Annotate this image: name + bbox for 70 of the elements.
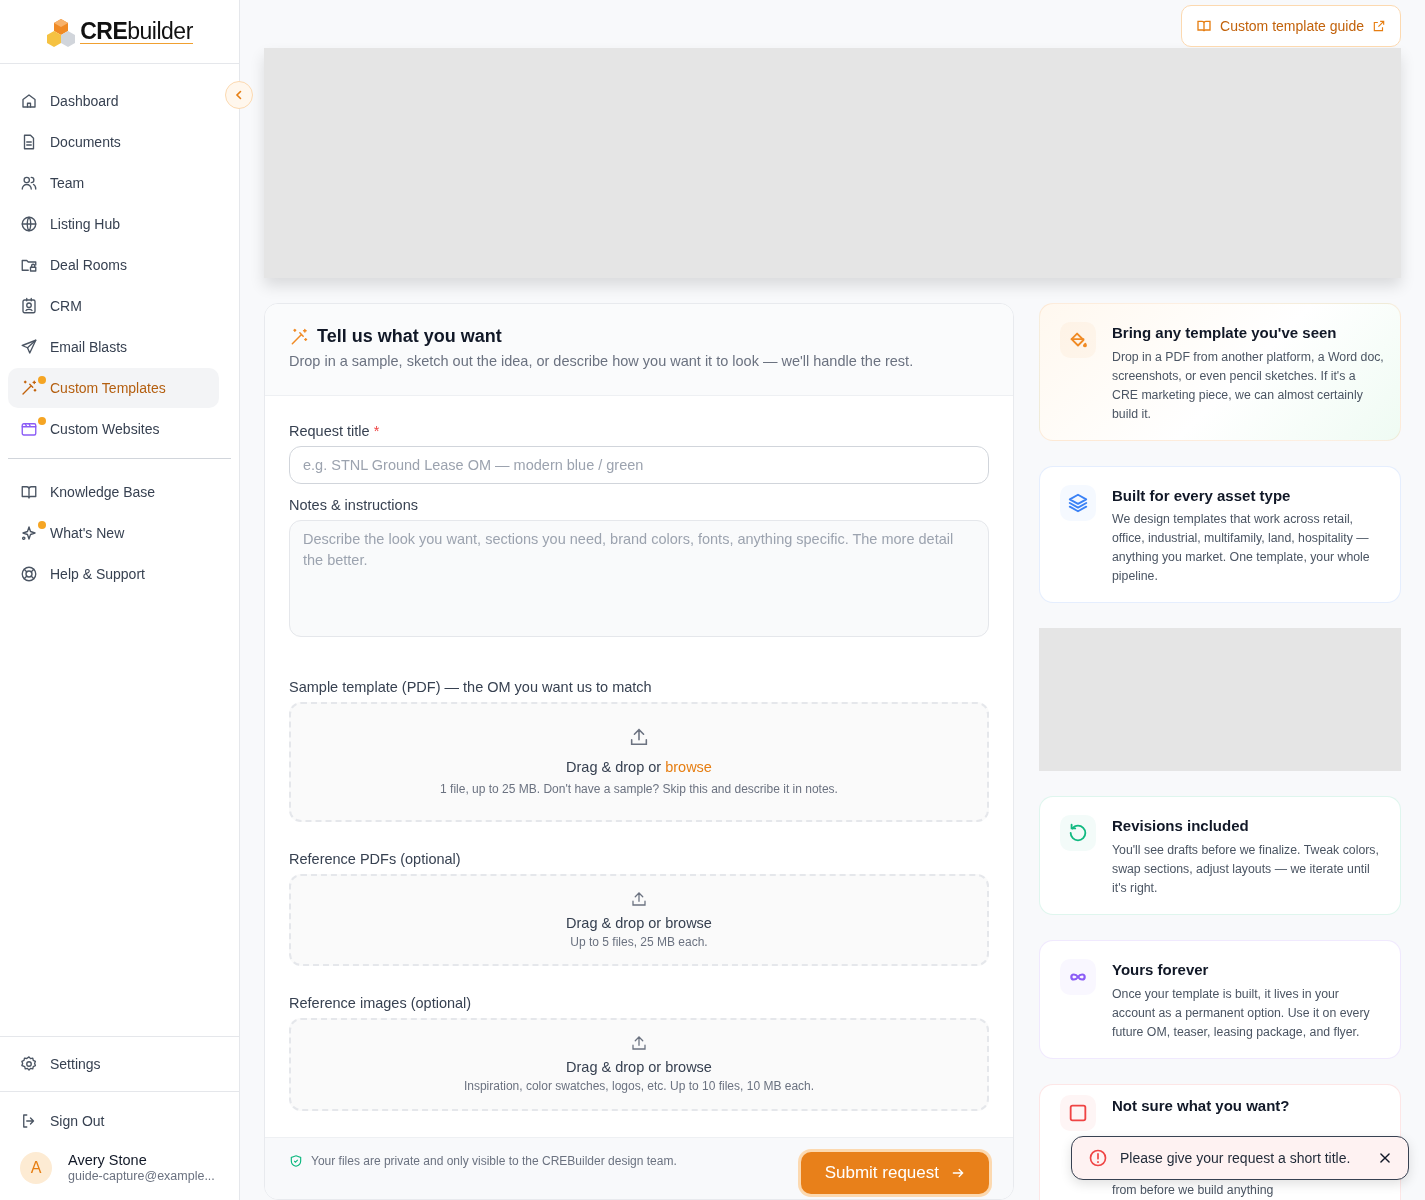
- user-name: Avery Stone: [68, 1152, 148, 1170]
- sign-out-link[interactable]: Sign Out: [8, 1101, 219, 1141]
- nav-item[interactable]: Dashboard: [8, 81, 219, 121]
- drop-zone[interactable]: Drag & drop or browse 1 file, up to 25 MB. Don't have a sample? Skip this and describe it in notes.: [289, 701, 989, 822]
- guide-button[interactable]: Custom template guide: [1181, 5, 1401, 47]
- card-text: Drop in a PDF from another platform, a Word doc, screenshots, or even pencil sketches. If it's a CRE marketing piece, we can almost certainly build it.: [1112, 348, 1384, 423]
- card-text: from before we build anything: [1112, 1182, 1275, 1200]
- browser-window-icon: [20, 420, 38, 438]
- card-text: Once your template is built, it lives in your account as a permanent option. Use it on every future OM, teaser, leasing package, and flyer.: [1112, 985, 1371, 1041]
- arrow-right-icon: [951, 1166, 965, 1180]
- cubes-logo-icon: [46, 16, 77, 47]
- nav-item[interactable]: Custom Websites: [8, 409, 219, 449]
- card-title: Yours forever: [1112, 960, 1210, 980]
- nav-item[interactable]: Help & Support: [8, 554, 219, 594]
- magic-wand-icon: [289, 326, 309, 347]
- globe-icon: [20, 215, 38, 233]
- user-avatar: A: [20, 1152, 52, 1184]
- book-icon: [20, 483, 38, 501]
- user-email: guide-capture@example...: [68, 1169, 215, 1184]
- drop-prompt: Drag & drop or browse: [566, 1059, 712, 1076]
- card-title: Revisions included: [1112, 816, 1250, 837]
- nav-item[interactable]: Email Blasts: [8, 327, 219, 367]
- title-input[interactable]: e.g. STNL Ground Lease OM — modern blue / green: [289, 445, 989, 484]
- upload-icon: [630, 1034, 648, 1053]
- nav-item[interactable]: Listing Hub: [8, 204, 219, 244]
- nav-item[interactable]: What's New: [8, 513, 219, 553]
- drop-prompt: Drag & drop or: [566, 758, 662, 775]
- card-title: Not sure what you want?: [1112, 1095, 1290, 1116]
- drop-hint: 1 file, up to 25 MB. Don't have a sample? Skip this and describe it in notes.: [440, 782, 838, 798]
- form-title: Tell us what you want: [317, 326, 502, 348]
- nav-item[interactable]: Team: [8, 163, 219, 203]
- form-subtitle: Drop in a sample, sketch out the idea, or describe how you want it to look — we'll handle the rest.: [289, 351, 915, 371]
- drop-prompt: Drag & drop or browse: [566, 914, 712, 931]
- notes-textarea[interactable]: Describe the look you want, sections you need, brand colors, fonts, anything specific. The more detail the better.: [289, 519, 989, 637]
- contact-card-icon: [20, 297, 38, 315]
- drop-zone[interactable]: Drag & drop or browse Inspiration, color swatches, logos, etc. Up to 10 files, 10 MB each.: [289, 1018, 989, 1111]
- drop-zone[interactable]: Drag & drop or browse Up to 5 files, 25 MB each.: [289, 873, 989, 967]
- shield-check-icon: [289, 1154, 303, 1168]
- card-text: We design templates that work across retail, office, industrial, multifamily, land, hospitality — anything you market. One template, your whole pipeline.: [1112, 511, 1371, 586]
- nav-item[interactable]: CRM: [8, 286, 219, 326]
- field-label: Reference images (optional): [289, 994, 473, 1014]
- nav-item[interactable]: Custom Templates: [8, 368, 219, 408]
- close-icon: [1378, 1151, 1392, 1165]
- drop-hint: Inspiration, color swatches, logos, etc. Up to 10 files, 10 MB each.: [463, 1078, 815, 1095]
- send-icon: [20, 338, 38, 356]
- alert-icon: [1088, 1148, 1108, 1168]
- settings-link[interactable]: Settings: [8, 1044, 219, 1084]
- privacy-note: Your files are private and only visible to the CREBuilder design team.: [311, 1153, 677, 1170]
- book-icon: [1196, 18, 1213, 34]
- field-label: Notes & instructions: [289, 495, 419, 515]
- lifebuoy-icon: [20, 565, 38, 583]
- magic-wand-icon: [20, 379, 38, 397]
- people-icon: [20, 174, 38, 192]
- nav-item[interactable]: Deal Rooms: [8, 245, 219, 285]
- logo-text: CREbuilder: [80, 18, 193, 45]
- field-label: Sample template (PDF) — the OM you want us to match: [289, 677, 653, 697]
- sparkle-icon: [20, 524, 38, 542]
- drop-hint: Up to 5 files, 25 MB each.: [570, 934, 708, 951]
- card-title: Bring any template you've seen: [1112, 323, 1338, 343]
- toast-message: Please give your request a short title.: [1120, 1148, 1352, 1168]
- card-text: You'll see drafts before we finalize. Tweak colors, swap sections, adjust layouts — we iterate until it's right.: [1112, 841, 1380, 897]
- field-label: Request title *: [289, 422, 381, 441]
- card-title: Built for every asset type: [1112, 485, 1292, 506]
- external-link-icon: [1372, 19, 1386, 33]
- nav-item[interactable]: Documents: [8, 122, 219, 162]
- nav-item[interactable]: Knowledge Base: [8, 472, 219, 512]
- field-label: Reference PDFs (optional): [289, 849, 462, 869]
- close-button[interactable]: [1378, 1151, 1392, 1165]
- settings-icon: [20, 1055, 38, 1073]
- home-icon: [20, 92, 38, 110]
